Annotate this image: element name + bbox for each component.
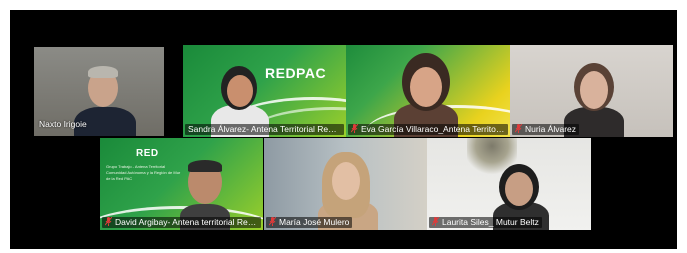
participant-name: Eva García Villaraco_Antena Territoria..… <box>348 124 509 135</box>
participant-name: Nuria Álvarez <box>512 124 580 135</box>
redpac-logo: RED <box>136 148 159 159</box>
participant-name: David Argibay- Antena territorial Red ..… <box>102 217 262 228</box>
mic-muted-icon <box>432 217 439 226</box>
participant-name: Laurita Siles_ Mutur Beltz <box>429 217 542 228</box>
participant-tile-naxto[interactable]: Naxto Irigoie <box>34 47 164 136</box>
slide-line: de la Red PAC <box>106 176 133 181</box>
redpac-logo: REDPAC <box>265 65 327 81</box>
participant-tile-sandra[interactable]: REDPAC Sandra Álvarez- Antena Territoria… <box>183 45 346 137</box>
participant-tile-laurita[interactable]: Laurita Siles_ Mutur Beltz <box>427 138 591 230</box>
participant-name: María José Mulero <box>266 217 353 228</box>
mic-muted-icon <box>351 124 358 133</box>
participant-name: Naxto Irigoie <box>39 119 87 129</box>
participant-tile-david[interactable]: RED Grupo Trabajo - Antena Territorial C… <box>100 138 263 230</box>
mic-muted-icon <box>515 124 522 133</box>
participant-tile-eva[interactable]: Eva García Villaraco_Antena Territoria..… <box>346 45 510 137</box>
video-call-grid: Naxto Irigoie REDPAC Sandra Álvarez- Ant… <box>10 10 677 249</box>
participant-tile-maria-jose[interactable]: María José Mulero <box>264 138 427 230</box>
participant-name: Sandra Álvarez- Antena Territorial Red P… <box>185 124 345 135</box>
participant-tile-nuria[interactable]: Nuria Álvarez <box>510 45 673 137</box>
mic-muted-icon <box>105 217 112 226</box>
mic-muted-icon <box>269 217 276 226</box>
slide-text: Grupo Trabajo - Antena Territorial Comun… <box>106 164 186 182</box>
